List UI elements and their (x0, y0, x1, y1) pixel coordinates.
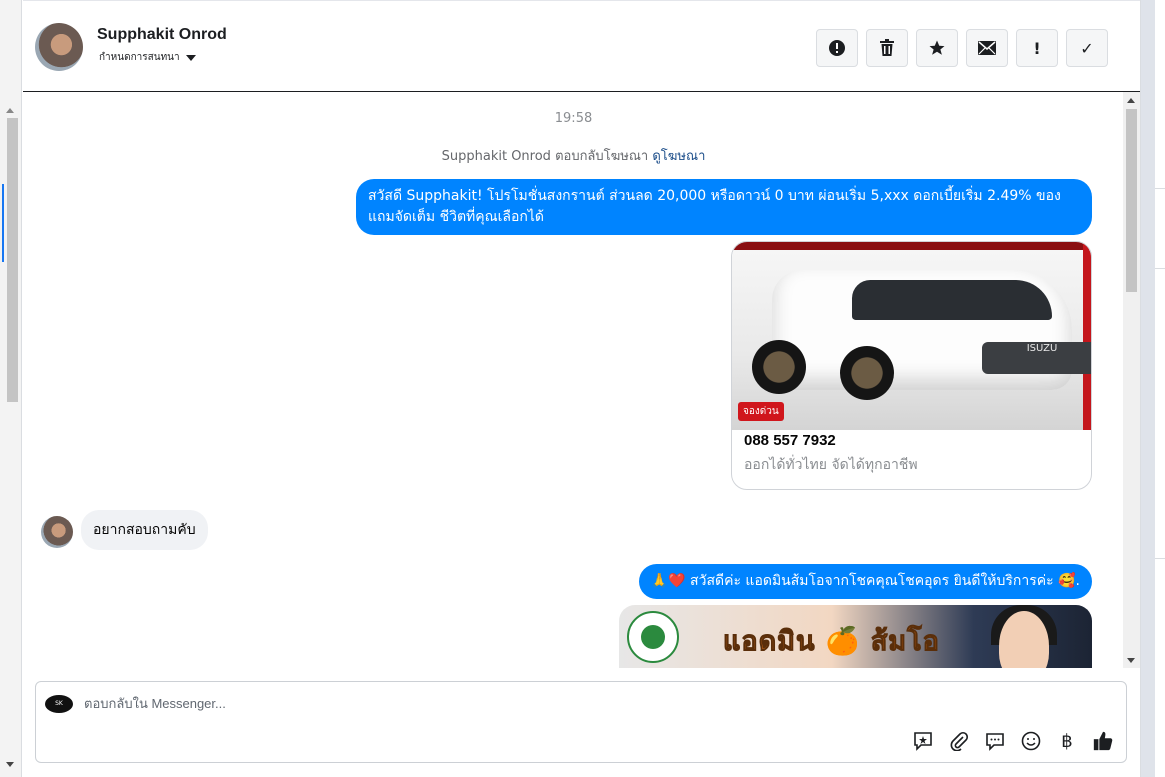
message-thread[interactable]: 19:58 Supphakit Onrod ตอบกลับโฆษณา ดูโฆษ… (23, 92, 1124, 668)
attach-icon (950, 731, 969, 751)
exclamation-icon: ! (1033, 38, 1041, 58)
saved-reply-button[interactable] (912, 730, 934, 752)
scroll-up-icon[interactable] (6, 108, 14, 113)
star-button[interactable] (916, 29, 958, 67)
ad-reply-notice: Supphakit Onrod ตอบกลับโฆษณา ดูโฆษณา (23, 145, 1124, 166)
star-icon (929, 40, 945, 55)
truck-window (852, 280, 1052, 320)
message-timestamp: 19:58 (554, 111, 593, 126)
image-border (1083, 242, 1091, 430)
scroll-up-icon[interactable] (1127, 98, 1135, 103)
outer-scrollbar[interactable] (0, 0, 22, 777)
truck-shape: ISUZU (772, 270, 1091, 390)
outgoing-message[interactable]: 🙏❤️ สวัสดีค่ะ แอดมินส้มโอจากโชคคุณโชคอุด… (638, 564, 1092, 599)
admin-banner-image: แอดมิน 🍊 ส้มโอ (619, 605, 1092, 668)
truck-grille: ISUZU (982, 342, 1091, 374)
attach-button[interactable] (948, 730, 970, 752)
divider (1155, 268, 1165, 269)
admin-banner-text: แอดมิน 🍊 ส้มโอ (723, 626, 940, 658)
right-panel-strip (1141, 0, 1155, 777)
view-ad-link[interactable]: ดูโฆษณา (652, 149, 705, 164)
header-toolbar: ! ✓ (816, 29, 1108, 67)
thread-scroll-thumb[interactable] (1126, 109, 1137, 292)
reply-input[interactable] (84, 696, 884, 711)
report-button[interactable] (816, 29, 858, 67)
incoming-message[interactable]: อยากสอบถามคับ (81, 510, 208, 550)
wheel (752, 340, 806, 394)
report-icon (829, 40, 845, 56)
scroll-down-icon[interactable] (1127, 658, 1135, 663)
active-indicator (2, 184, 4, 262)
mark-unread-button[interactable] (966, 29, 1008, 67)
emoji-icon (1021, 731, 1041, 751)
avatar[interactable] (35, 23, 83, 71)
avatar[interactable] (41, 516, 73, 548)
delete-button[interactable] (866, 29, 908, 67)
trash-icon (880, 39, 894, 56)
contact-name[interactable]: Supphakit Onrod (97, 26, 227, 44)
mark-done-button[interactable]: ✓ (1066, 29, 1108, 67)
urgent-badge: จองด่วน (738, 402, 784, 421)
brand-text: ISUZU (1026, 343, 1058, 354)
composer-toolbar: ฿ (912, 730, 1114, 752)
caret-down-icon (185, 54, 196, 61)
right-side-panel (1140, 0, 1165, 777)
ad-card[interactable]: ISUZU จองด่วน 088 557 7932 ออกได้ทั่วไทย… (731, 241, 1092, 490)
baht-icon: ฿ (1061, 730, 1073, 752)
scroll-down-icon[interactable] (6, 762, 14, 767)
mark-spam-button[interactable]: ! (1016, 29, 1058, 67)
dealer-logo (627, 611, 679, 663)
saved-reply-icon (914, 732, 932, 751)
mail-icon (978, 41, 996, 55)
payment-button[interactable]: ฿ (1056, 730, 1078, 752)
message-line: แถมจัดเต็ม ชีวิตที่คุณเลือกได้ (368, 209, 544, 225)
image-border (732, 242, 1091, 250)
outgoing-message[interactable]: สวัสดี Supphakit! โปรโมชั่นสงกรานต์ ส่วน… (356, 179, 1092, 235)
card-title: 088 557 7932 (744, 432, 836, 449)
thread-scrollbar[interactable] (1123, 92, 1140, 668)
check-icon: ✓ (1080, 38, 1094, 58)
assign-label: กำหนดการสนทนา (99, 52, 180, 63)
truck-image: ISUZU จองด่วน (732, 242, 1091, 430)
ad-reply-text: Supphakit Onrod ตอบกลับโฆษณา (441, 149, 649, 164)
card-subtitle: ออกได้ทั่วไทย จัดได้ทุกอาชีพ (744, 457, 918, 473)
assign-conversation-dropdown[interactable]: กำหนดการสนทนา (99, 50, 196, 65)
page-avatar: SK (45, 695, 73, 713)
emoji-button[interactable] (1020, 730, 1042, 752)
outer-scroll-thumb[interactable] (7, 118, 18, 402)
quick-reply-button[interactable] (984, 730, 1006, 752)
divider (1155, 188, 1165, 189)
conversation-header: Supphakit Onrod กำหนดการสนทนา ! ✓ (23, 0, 1140, 92)
wheel (840, 346, 894, 400)
message-line: สวัสดี Supphakit! โปรโมชั่นสงกรานต์ ส่วน… (368, 188, 1061, 204)
divider (1155, 558, 1165, 559)
like-button[interactable] (1092, 730, 1114, 752)
chat-bubble-icon (986, 733, 1004, 751)
reply-composer: SK ฿ (35, 681, 1127, 763)
like-icon (1093, 731, 1113, 751)
